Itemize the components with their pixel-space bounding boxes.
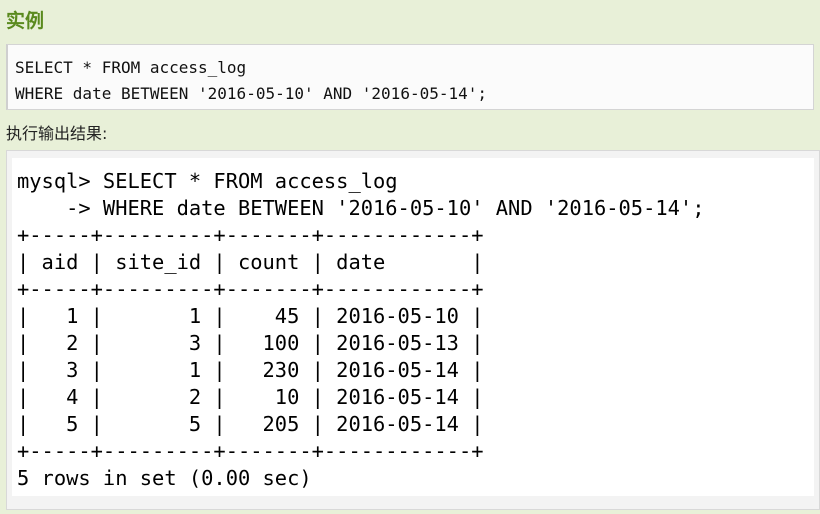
- code-line: SELECT * FROM access_log: [15, 58, 247, 77]
- sql-code-block: SELECT * FROM access_log WHERE date BETW…: [6, 44, 814, 110]
- table-row: | 5 | 5 | 205 | 2016-05-14 |: [17, 412, 484, 436]
- table-border: +-----+---------+-------+------------+: [17, 223, 484, 247]
- terminal-output: mysql> SELECT * FROM access_log -> WHERE…: [12, 158, 814, 496]
- output-label: 执行输出结果:: [6, 124, 108, 143]
- table-row: | 4 | 2 | 10 | 2016-05-14 |: [17, 385, 484, 409]
- table-row: | 3 | 1 | 230 | 2016-05-14 |: [17, 358, 484, 382]
- terminal-prompt-line: mysql> SELECT * FROM access_log: [17, 169, 398, 193]
- table-header-row: | aid | site_id | count | date |: [17, 250, 484, 274]
- table-border: +-----+---------+-------+------------+: [17, 439, 484, 463]
- example-heading: 实例: [6, 10, 45, 32]
- table-border: +-----+---------+-------+------------+: [17, 277, 484, 301]
- result-summary: 5 rows in set (0.00 sec): [17, 466, 312, 490]
- terminal-continuation-line: -> WHERE date BETWEEN '2016-05-10' AND '…: [17, 196, 705, 220]
- table-row: | 2 | 3 | 100 | 2016-05-13 |: [17, 331, 484, 355]
- code-line: WHERE date BETWEEN '2016-05-10' AND '201…: [15, 84, 488, 103]
- table-row: | 1 | 1 | 45 | 2016-05-10 |: [17, 304, 484, 328]
